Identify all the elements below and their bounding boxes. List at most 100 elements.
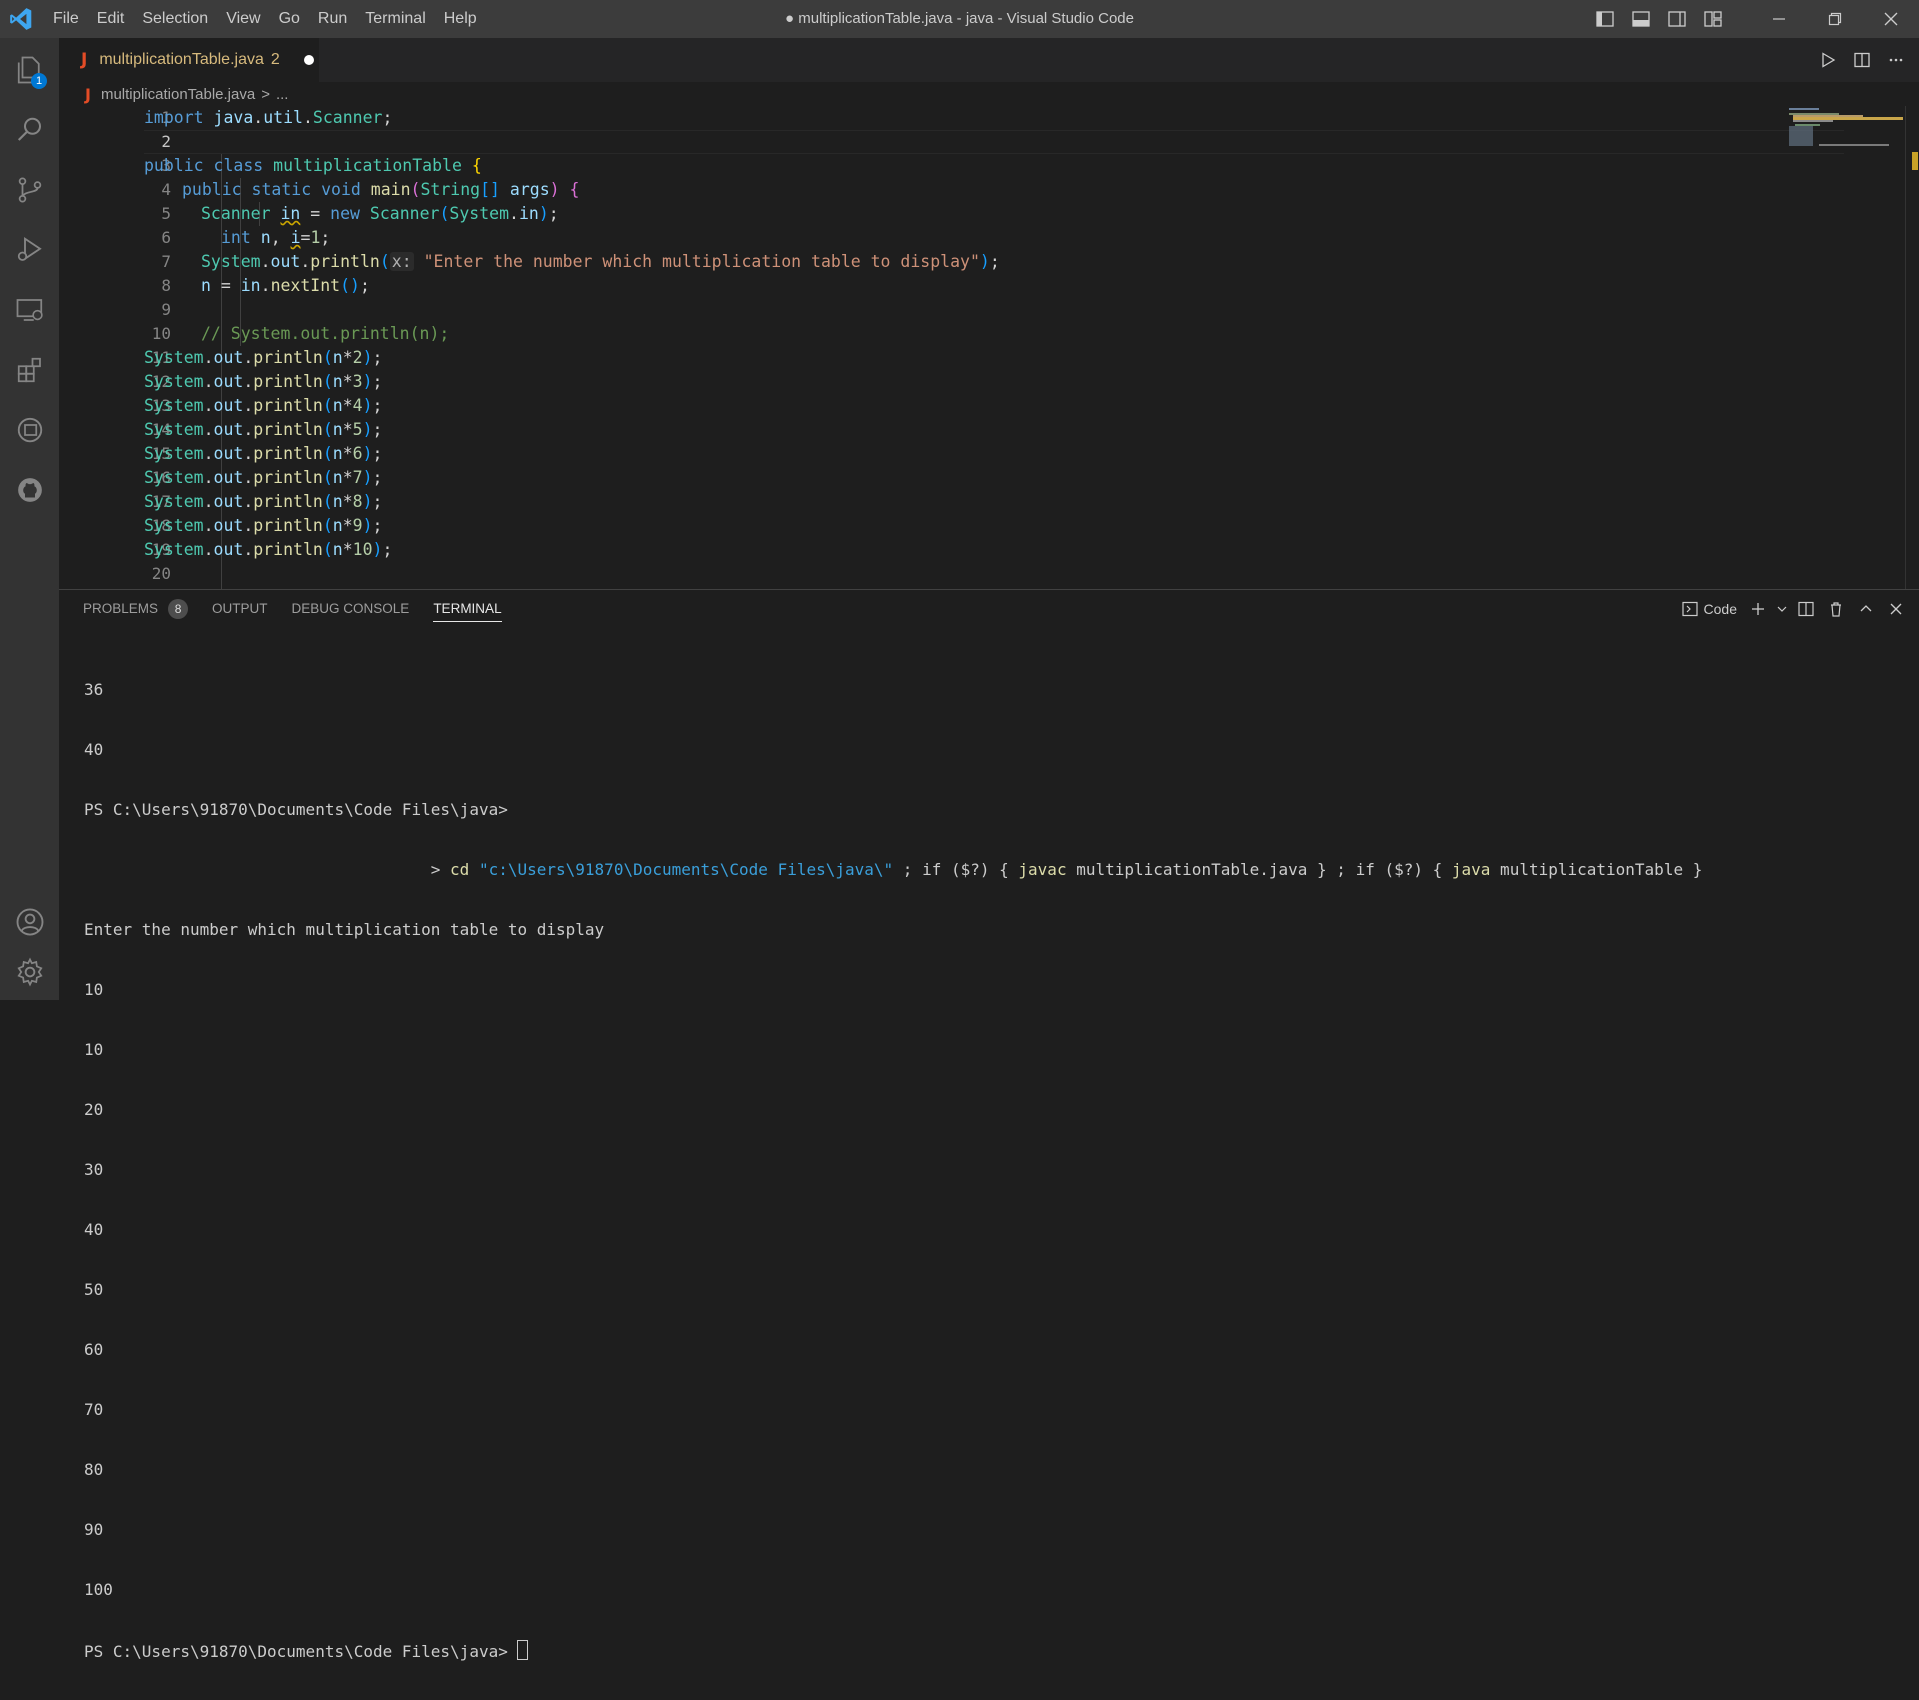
title-bar: File Edit Selection View Go Run Terminal… [0, 0, 1919, 38]
code-line: 11 System.out.println(n*2); [59, 346, 1779, 370]
code-line: 9 [161, 300, 171, 319]
tab-debug-console[interactable]: DEBUG CONSOLE [292, 590, 410, 628]
toggle-primary-sidebar-icon[interactable] [1587, 0, 1623, 38]
current-line-highlight [144, 130, 1844, 154]
terminal-line: 10 [84, 1040, 104, 1059]
terminal-line: Enter the number which multiplication ta… [84, 920, 605, 939]
terminal-line: 80 [84, 1460, 104, 1479]
tab-label: multiplicationTable.java [99, 51, 264, 68]
panel-tabs: PROBLEMS 8 OUTPUT DEBUG CONSOLE TERMINAL [59, 590, 502, 628]
terminal-icon [1681, 601, 1698, 617]
scrollbar-warning-marker [1912, 152, 1918, 170]
toggle-secondary-sidebar-icon[interactable] [1659, 0, 1695, 38]
menu-view[interactable]: View [217, 0, 269, 38]
close-window-icon[interactable] [1863, 0, 1919, 38]
title-controls [1587, 0, 1919, 38]
extensions-icon[interactable] [0, 342, 59, 398]
new-terminal-icon[interactable] [1743, 590, 1773, 628]
search-icon[interactable] [0, 102, 59, 158]
terminal-line: 60 [84, 1340, 104, 1359]
code-text: System.out.println(n*9); [144, 516, 383, 535]
breadcrumb-tail[interactable]: ... [276, 86, 289, 103]
terminal-output[interactable]: 36 40 PS C:\Users\91870\Documents\Code F… [84, 640, 1904, 1700]
terminal-line: 30 [84, 1160, 104, 1179]
accounts-icon[interactable] [0, 894, 59, 950]
more-actions-icon[interactable] [1879, 38, 1913, 82]
close-panel-icon[interactable] [1881, 590, 1911, 628]
explorer-badge: 1 [31, 73, 47, 89]
menu-run[interactable]: Run [309, 0, 356, 38]
code-text: System.out.println(n*8); [144, 492, 383, 511]
explorer-icon[interactable]: 1 [0, 42, 59, 98]
remote-explorer-icon[interactable] [0, 282, 59, 338]
code-line: 5 Scanner in = new Scanner(System.in); [59, 202, 1779, 226]
run-debug-icon[interactable] [0, 222, 59, 278]
menu-go[interactable]: Go [270, 0, 309, 38]
menu-edit[interactable]: Edit [88, 0, 134, 38]
java-file-icon: J [81, 50, 88, 70]
minimap[interactable] [1789, 106, 1904, 166]
terminal-line: 40 [84, 1220, 104, 1239]
menu-terminal[interactable]: Terminal [356, 0, 434, 38]
menu-file[interactable]: File [44, 0, 88, 38]
code-text: import java.util.Scanner; [144, 108, 393, 127]
menu-selection[interactable]: Selection [133, 0, 217, 38]
tab-multiplication-table[interactable]: J multiplicationTable.java 2 [59, 38, 319, 82]
tab-problems[interactable]: PROBLEMS 8 [83, 590, 189, 628]
github-icon[interactable] [0, 462, 59, 518]
terminal-line: 40 [84, 740, 104, 759]
editor-scrollbar[interactable] [1905, 106, 1919, 589]
code-line: 13 System.out.println(n*4); [59, 394, 1779, 418]
code-text: int n, i=1; [221, 228, 331, 247]
code-line: 10 // System.out.println(n); [59, 322, 1779, 346]
code-line: 17 System.out.println(n*8); [59, 490, 1779, 514]
panel-actions: Code [1681, 590, 1911, 628]
tab-terminal[interactable]: TERMINAL [433, 590, 502, 628]
terminal-line: 50 [84, 1280, 104, 1299]
code-text: System.out.println(n*7); [144, 468, 383, 487]
code-line: 16 System.out.println(n*7); [59, 466, 1779, 490]
code-comment: // System.out.println(n); [201, 324, 450, 343]
code-line: 19 System.out.println(n*10); [59, 538, 1779, 562]
code-line: 4 public static void main(String[] args)… [59, 178, 1779, 202]
bottom-panel: PROBLEMS 8 OUTPUT DEBUG CONSOLE TERMINAL… [59, 589, 1919, 1661]
tab-output[interactable]: OUTPUT [212, 590, 268, 628]
chevron-down-icon[interactable] [1773, 590, 1791, 628]
parameter-hint: x: [389, 252, 414, 271]
menu-help[interactable]: Help [435, 0, 486, 38]
remote-containers-icon[interactable] [0, 402, 59, 458]
split-terminal-icon[interactable] [1791, 590, 1821, 628]
code-text: System.out.println(n*4); [144, 396, 383, 415]
unsaved-dot-icon[interactable] [303, 55, 314, 65]
terminal-line: 90 [84, 1520, 104, 1539]
customize-layout-icon[interactable] [1695, 0, 1731, 38]
code-text: System.out.println(n*3); [144, 372, 383, 391]
split-editor-icon[interactable] [1845, 38, 1879, 82]
code-text: public class multiplicationTable { [144, 156, 482, 175]
terminal-line: 70 [84, 1400, 104, 1419]
minimize-icon[interactable] [1751, 0, 1807, 38]
run-file-icon[interactable] [1811, 38, 1845, 82]
code-line: 6 int n, i=1; [59, 226, 1779, 250]
terminal-line: 100 [84, 1580, 113, 1599]
editor-actions [1811, 38, 1913, 82]
kill-terminal-trash-icon[interactable] [1821, 590, 1851, 628]
code-text: public static void main(String[] args) { [182, 180, 580, 199]
code-text: System.out.println(x: "Enter the number … [201, 252, 1000, 271]
toggle-panel-icon[interactable] [1623, 0, 1659, 38]
code-line: 15 System.out.println(n*6); [59, 442, 1779, 466]
restore-icon[interactable] [1807, 0, 1863, 38]
code-line: 20 [151, 564, 171, 583]
tab-problem-count: 2 [270, 51, 280, 68]
terminal-cursor [517, 1640, 529, 1660]
maximize-panel-chevron-up-icon[interactable] [1851, 590, 1881, 628]
code-text: System.out.println(n*5); [144, 420, 383, 439]
breadcrumb-file[interactable]: multiplicationTable.java [101, 86, 255, 103]
settings-gear-icon[interactable] [0, 944, 59, 1000]
code-line-current: 2 [59, 130, 1844, 154]
source-control-icon[interactable] [0, 162, 59, 218]
code-editor[interactable]: 1 import java.util.Scanner; 2 3 public c… [59, 106, 1919, 589]
terminal-shell-selector[interactable]: Code [1681, 601, 1743, 617]
code-text: System.out.println(n*2); [144, 348, 383, 367]
code-line: 18 System.out.println(n*9); [59, 514, 1779, 538]
